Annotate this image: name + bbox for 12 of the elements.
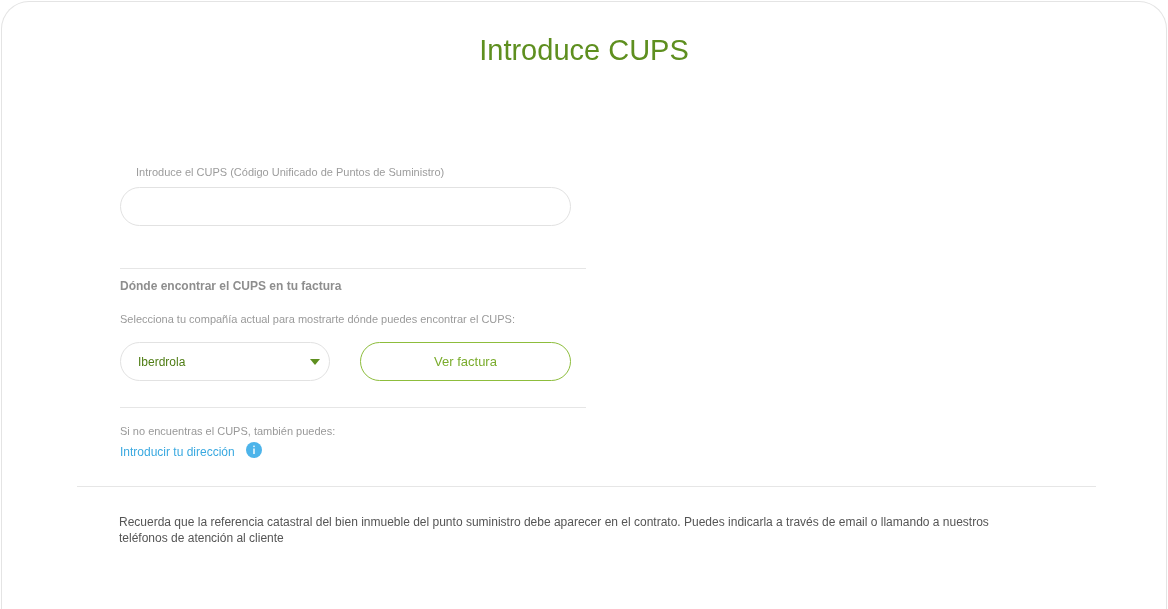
section-heading: Dónde encontrar el CUPS en tu factura	[120, 278, 343, 295]
address-link[interactable]: Introducir tu dirección	[120, 444, 235, 460]
info-icon[interactable]	[245, 441, 262, 458]
alternative-text: Si no encuentras el CUPS, también puedes:	[120, 424, 337, 439]
company-select[interactable]: Iberdrola	[120, 342, 330, 381]
instruction-text: Selecciona tu compañía actual para mostrarte dónde puedes encontrar el CUPS:	[120, 312, 516, 327]
page-title: Introduce CUPS	[479, 33, 689, 68]
cups-input-field[interactable]	[120, 187, 571, 226]
caret-down-icon	[310, 358, 320, 365]
field-label: Introduce el CUPS (Código Unificado de Puntos de Suministro)	[136, 165, 446, 180]
note-text: Recuerda que la referencia catastral del bien inmueble del punto suministro debe aparecer en el contrato. Puedes indicarla a través de email o llamando a nuestros teléfonos de atención al cliente	[119, 514, 990, 546]
view-invoice-button[interactable]: Ver factura	[360, 342, 571, 381]
